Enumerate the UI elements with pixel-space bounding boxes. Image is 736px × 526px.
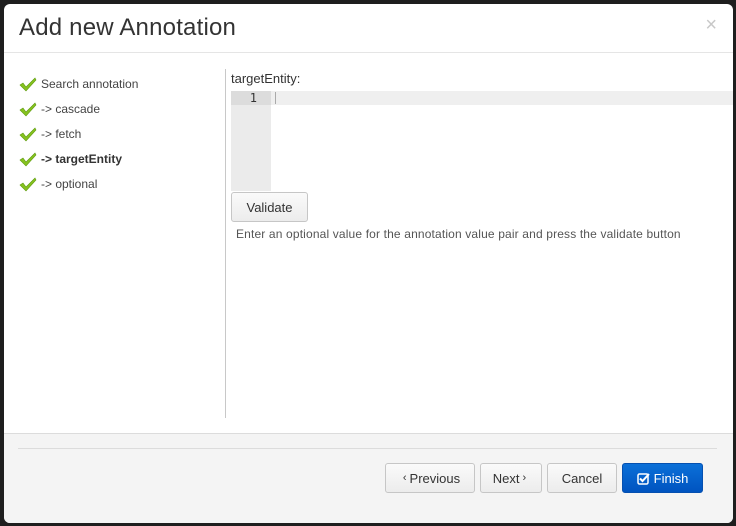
- text-cursor: [275, 92, 276, 104]
- chevron-right-icon: ›: [522, 472, 527, 484]
- wizard-step-search-annotation[interactable]: Search annotation: [19, 71, 219, 96]
- step-label: -> fetch: [41, 126, 82, 141]
- editor-gutter: 1: [231, 91, 271, 191]
- footer-buttons: ‹ Previous Next › Cancel Finish: [385, 463, 703, 493]
- previous-button[interactable]: ‹ Previous: [385, 463, 475, 493]
- footer-divider: [18, 448, 717, 449]
- finish-label: Finish: [653, 470, 689, 486]
- line-number: 1: [231, 91, 271, 105]
- dialog-footer: ‹ Previous Next › Cancel Finish: [4, 433, 733, 523]
- check-square-icon: [636, 472, 650, 485]
- step-label: -> optional: [41, 176, 98, 191]
- code-editor[interactable]: 1: [231, 91, 733, 191]
- step-label: Search annotation: [41, 76, 139, 91]
- validate-button[interactable]: Validate: [231, 192, 308, 222]
- check-icon: [19, 151, 37, 166]
- check-icon: [19, 101, 37, 116]
- wizard-steps: Search annotation -> cascade -> fetch ->…: [19, 71, 219, 196]
- check-icon: [19, 76, 37, 91]
- step-content: targetEntity: 1 Validate Enter an option…: [231, 71, 733, 241]
- check-icon: [19, 176, 37, 191]
- finish-button[interactable]: Finish: [622, 463, 703, 493]
- chevron-left-icon: ‹: [402, 472, 407, 484]
- close-icon[interactable]: ×: [705, 15, 717, 35]
- help-text: Enter an optional value for the annotati…: [236, 227, 681, 241]
- steps-divider: [225, 69, 226, 418]
- field-label: targetEntity:: [231, 71, 301, 86]
- previous-label: Previous: [409, 470, 461, 486]
- dialog-body: Search annotation -> cascade -> fetch ->…: [4, 53, 733, 433]
- cancel-button[interactable]: Cancel: [547, 463, 617, 493]
- wizard-step-fetch[interactable]: -> fetch: [19, 121, 219, 146]
- wizard-step-optional[interactable]: -> optional: [19, 171, 219, 196]
- wizard-step-cascade[interactable]: -> cascade: [19, 96, 219, 121]
- active-line[interactable]: [271, 91, 733, 105]
- next-label: Next: [492, 470, 520, 486]
- wizard-step-target-entity[interactable]: -> targetEntity: [19, 146, 219, 171]
- add-annotation-dialog: Add new Annotation × Search annotation -…: [4, 4, 733, 523]
- step-label: -> cascade: [41, 101, 101, 116]
- dialog-title: Add new Annotation: [19, 14, 237, 41]
- step-label: -> targetEntity: [41, 151, 123, 166]
- next-button[interactable]: Next ›: [480, 463, 542, 493]
- dialog-header: Add new Annotation ×: [4, 4, 733, 53]
- check-icon: [19, 126, 37, 141]
